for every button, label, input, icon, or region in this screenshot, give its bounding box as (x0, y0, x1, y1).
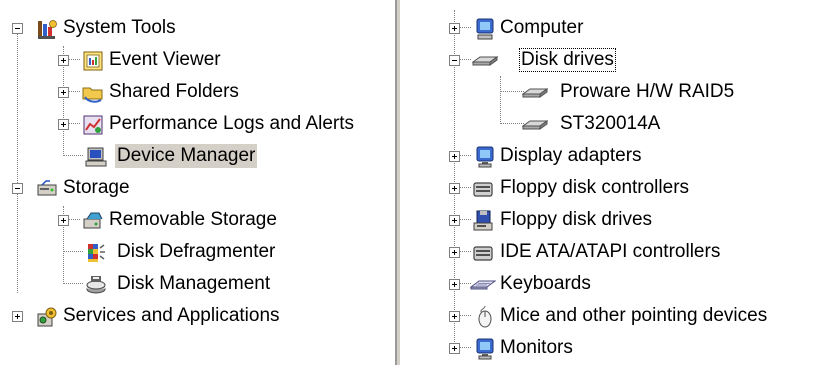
tree-node-monitors[interactable]: Monitors (406, 334, 827, 364)
expand-icon[interactable] (12, 311, 23, 322)
mouse-icon (474, 306, 496, 328)
performance-logs-icon (82, 114, 104, 136)
controller-icon (472, 242, 494, 264)
tree-label[interactable]: Floppy disk drives (498, 208, 654, 232)
display-adapter-icon (474, 146, 496, 168)
tree-node-device-manager[interactable]: Device Manager (0, 142, 390, 172)
tree-node-services-applications[interactable]: Services and Applications (0, 302, 390, 332)
event-viewer-icon (82, 50, 104, 72)
controller-icon (472, 178, 494, 200)
tree-node-disk-proware-raid5[interactable]: Proware H/W RAID5 (406, 78, 827, 108)
tree-node-disk-defragmenter[interactable]: Disk Defragmenter (0, 238, 390, 268)
disk-drive-icon (522, 114, 548, 136)
tree-label[interactable]: Disk Management (115, 272, 272, 296)
collapse-icon[interactable] (449, 55, 460, 66)
tree-label[interactable]: Mice and other pointing devices (498, 304, 769, 328)
tree-node-disk-drives[interactable]: Disk drives (406, 46, 827, 76)
tree-label[interactable]: ST320014A (558, 112, 662, 136)
disk-drive-icon (472, 50, 498, 72)
collapse-icon[interactable] (12, 183, 23, 194)
tree-label[interactable]: Proware H/W RAID5 (558, 80, 736, 104)
tree-label[interactable]: Removable Storage (107, 208, 279, 232)
tree-label[interactable]: Floppy disk controllers (498, 176, 691, 200)
tree-node-disk-management[interactable]: Disk Management (0, 270, 390, 300)
tree-node-storage[interactable]: Storage (0, 174, 390, 204)
expand-icon[interactable] (58, 87, 69, 98)
tree-node-system-tools[interactable]: System Tools (0, 14, 390, 44)
tree-label[interactable]: Computer (498, 16, 585, 40)
tree-node-ide-controllers[interactable]: IDE ATA/ATAPI controllers (406, 238, 827, 268)
expand-icon[interactable] (449, 311, 460, 322)
pane-splitter[interactable] (390, 0, 406, 365)
expand-icon[interactable] (449, 279, 460, 290)
shared-folder-icon (82, 82, 104, 104)
tree-label[interactable]: Storage (61, 176, 132, 200)
console-tree-pane[interactable]: System Tools Event Viewer Shared Folders… (0, 0, 390, 365)
expand-icon[interactable] (58, 55, 69, 66)
tree-label[interactable]: Keyboards (498, 272, 593, 296)
computer-icon (474, 18, 496, 40)
tree-node-mice[interactable]: Mice and other pointing devices (406, 302, 827, 332)
disk-management-icon (85, 274, 107, 296)
tree-node-floppy-drives[interactable]: Floppy disk drives (406, 206, 827, 236)
collapse-icon[interactable] (12, 23, 23, 34)
tree-node-keyboards[interactable]: Keyboards (406, 270, 827, 300)
tree-label[interactable]: Performance Logs and Alerts (107, 112, 356, 136)
tree-label[interactable]: Shared Folders (107, 80, 241, 104)
keyboard-icon (470, 274, 496, 296)
tree-node-computer[interactable]: Computer (406, 14, 827, 44)
floppy-drive-icon (472, 210, 494, 232)
tree-label[interactable]: Device Manager (115, 144, 258, 168)
tree-node-shared-folders[interactable]: Shared Folders (0, 78, 390, 108)
disk-drive-icon (522, 82, 548, 104)
tree-node-display-adapters[interactable]: Display adapters (406, 142, 827, 172)
tree-label[interactable]: IDE ATA/ATAPI controllers (498, 240, 722, 264)
expand-icon[interactable] (58, 119, 69, 130)
storage-icon (36, 178, 58, 200)
tree-label[interactable]: Disk drives (519, 48, 616, 72)
expand-icon[interactable] (449, 151, 460, 162)
tree-label[interactable]: Event Viewer (107, 48, 223, 72)
tree-label[interactable]: Monitors (498, 336, 575, 360)
monitor-icon (474, 338, 496, 360)
tree-node-disk-st320014a[interactable]: ST320014A (406, 110, 827, 140)
expand-icon[interactable] (449, 183, 460, 194)
device-tree-pane[interactable]: Computer Disk drives Proware H/W RAID5 S… (406, 0, 827, 365)
device-manager-icon (85, 146, 107, 168)
expand-icon[interactable] (449, 343, 460, 354)
expand-icon[interactable] (58, 215, 69, 226)
expand-icon[interactable] (449, 247, 460, 258)
tree-node-event-viewer[interactable]: Event Viewer (0, 46, 390, 76)
services-applications-icon (36, 306, 58, 328)
removable-storage-icon (82, 210, 104, 232)
tree-label[interactable]: Disk Defragmenter (115, 240, 277, 264)
expand-icon[interactable] (449, 23, 460, 34)
disk-defragmenter-icon (85, 242, 107, 264)
expand-icon[interactable] (449, 215, 460, 226)
tree-label[interactable]: System Tools (61, 16, 178, 40)
tree-node-floppy-controllers[interactable]: Floppy disk controllers (406, 174, 827, 204)
tree-label[interactable]: Display adapters (498, 144, 644, 168)
system-tools-icon (36, 18, 58, 40)
tree-label[interactable]: Services and Applications (61, 304, 282, 328)
splitter-highlight (400, 0, 401, 365)
tree-node-removable-storage[interactable]: Removable Storage (0, 206, 390, 236)
tree-node-performance-logs[interactable]: Performance Logs and Alerts (0, 110, 390, 140)
